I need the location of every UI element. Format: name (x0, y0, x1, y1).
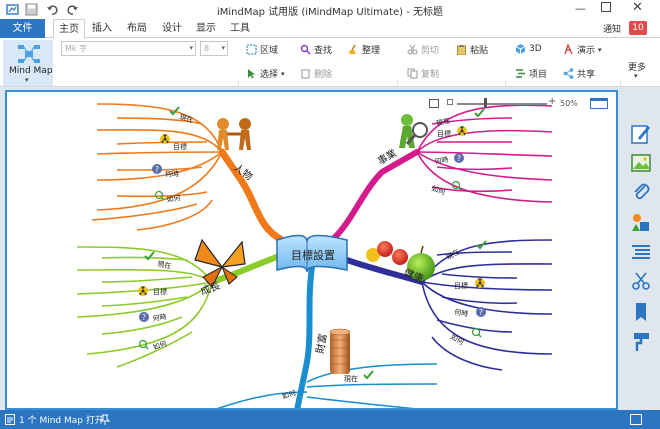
topic-label: 現在 (178, 112, 194, 124)
branch-label-people: 人物 (231, 161, 255, 183)
copy-icon (407, 68, 418, 79)
tab-home[interactable]: 主页 (53, 19, 85, 39)
pin-icon[interactable] (100, 414, 110, 425)
branch-growth[interactable] (76, 246, 280, 368)
svg-text:?: ? (457, 154, 461, 163)
topic-label: 何時 (454, 307, 469, 318)
topic-label: 現在 (157, 259, 172, 270)
present-button[interactable]: 演示 ▾ (563, 43, 602, 56)
ribbon-tab-bar: 文件 主页 插入 布局 设计 显示 工具 通知 10 (0, 19, 660, 39)
topic-label: 如何 (430, 183, 446, 196)
format-painter-icon[interactable] (630, 331, 652, 353)
tab-design[interactable]: 设计 (159, 19, 185, 38)
font-family-select[interactable]: Mk 字 ▾ (61, 41, 196, 56)
title-bar: iMindMap 试用版 (iMindMap Ultimate) - 无标题 —… (0, 0, 660, 19)
close-button[interactable]: ✕ (632, 0, 643, 15)
tab-file[interactable]: 文件 (0, 19, 45, 38)
topic-label: 現在 (435, 116, 451, 128)
tab-insert[interactable]: 插入 (89, 19, 115, 38)
shapes-icon[interactable] (630, 212, 652, 234)
topic-label: 目標 (153, 287, 167, 296)
select-button[interactable]: 选择 ▾ (246, 67, 285, 80)
find-button[interactable]: 查找 (300, 43, 332, 56)
mindmap-label: Mind Map (9, 66, 53, 76)
mindmap-button[interactable]: Mind Map ▾ (3, 40, 53, 86)
document-icon (5, 414, 15, 425)
region-icon (246, 44, 257, 55)
threed-button[interactable]: 3D (515, 43, 542, 54)
notifications-label[interactable]: 通知 (603, 22, 621, 35)
zoom-slider[interactable] (457, 103, 547, 105)
attachment-icon[interactable] (630, 181, 652, 203)
tab-tools[interactable]: 工具 (227, 19, 253, 38)
cut-button[interactable]: 剪切 (407, 43, 439, 56)
topic-label: 目標 (437, 129, 451, 138)
right-tool-panel (622, 119, 660, 359)
tab-view[interactable]: 显示 (193, 19, 219, 38)
topic-label: 如何 (449, 332, 466, 347)
share-button[interactable]: 共享 (563, 67, 595, 80)
paste-icon (457, 45, 466, 55)
people-image (217, 118, 251, 150)
notes-icon[interactable] (630, 123, 652, 145)
delete-icon (301, 69, 310, 79)
svg-text:?: ? (142, 313, 146, 322)
status-text: 1 个 Mind Map 打开 (19, 416, 104, 426)
branch-people[interactable] (91, 103, 286, 244)
mindmap-drawing: ? ? ? ? 目標設置 人物 事業 成長 健康 財富 現在 目標 何時 如何 … (76, 103, 553, 408)
branch-label-growth: 成長 (199, 280, 222, 298)
cube-icon (515, 44, 526, 54)
branch-label-wealth: 財富 (313, 333, 329, 355)
scissors-tool-icon[interactable] (630, 270, 652, 292)
paste-button[interactable]: 粘贴 (456, 43, 488, 56)
share-icon (563, 68, 574, 79)
tidy-button[interactable]: 整理 (348, 43, 380, 56)
tab-layout[interactable]: 布局 (124, 19, 150, 38)
scissors-icon (407, 44, 418, 55)
topic-label: 目標 (454, 281, 468, 290)
window-title: iMindMap 试用版 (iMindMap Ultimate) - 无标题 (217, 7, 443, 18)
topic-label: 目標 (173, 142, 187, 151)
region-button[interactable]: 区域 (246, 43, 278, 56)
broom-icon (349, 44, 356, 54)
status-bar: 1 个 Mind Map 打开 (0, 410, 660, 429)
delete-button[interactable]: 删除 (300, 67, 332, 80)
topic-label: 何時 (165, 169, 179, 178)
present-icon (564, 44, 573, 55)
topic-label: 如何 (281, 388, 297, 401)
central-label: 目標設置 (291, 248, 335, 262)
svg-text:?: ? (155, 165, 159, 174)
mindmap-canvas[interactable]: ? ? ? ? 目標設置 人物 事業 成長 健康 財富 現在 目標 何時 如何 … (5, 90, 618, 410)
cursor-icon (248, 69, 255, 79)
copy-button[interactable]: 复制 (407, 67, 439, 80)
font-size-select[interactable]: 8 ▾ (200, 41, 228, 56)
mindmap-icon (18, 45, 40, 63)
minimize-button[interactable]: — (575, 2, 586, 15)
fit-screen-icon[interactable] (429, 99, 439, 108)
zoom-in-icon[interactable]: + (548, 96, 556, 107)
svg-text:?: ? (479, 308, 483, 317)
panel-toggle-icon[interactable] (590, 98, 608, 109)
image-icon[interactable] (630, 152, 652, 174)
zoom-level: 50% (560, 99, 578, 108)
topic-label: 何時 (434, 155, 449, 166)
notification-badge[interactable]: 10 (629, 21, 647, 35)
fullscreen-icon[interactable] (630, 414, 642, 425)
topic-label: 何時 (152, 312, 167, 323)
topic-label: 現在 (344, 374, 358, 383)
zoom-out-icon[interactable] (447, 99, 453, 105)
project-icon (516, 69, 525, 78)
coins-image (329, 328, 351, 374)
topic-label: 如何 (166, 193, 181, 204)
maximize-button[interactable] (601, 2, 611, 12)
zoom-slider-handle[interactable] (484, 98, 487, 108)
search-icon (300, 44, 311, 55)
topic-label: 如何 (152, 339, 168, 352)
list-icon[interactable] (630, 241, 652, 263)
project-button[interactable]: 项目 (515, 67, 547, 80)
ribbon-toolbar: Mind Map ▾ Mk 字▾ 8▾ B I U 区域 选择▾ 查找 删除 整… (0, 38, 660, 122)
tag-icon[interactable] (630, 301, 652, 323)
topic-label: 現在 (445, 247, 462, 262)
